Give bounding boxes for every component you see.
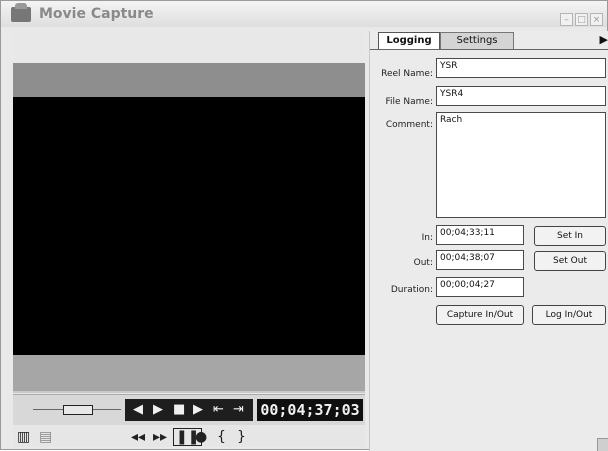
stop-icon[interactable]: ■: [173, 402, 185, 418]
out-timecode-field[interactable]: 00;04;38;07: [436, 250, 524, 270]
tab-settings[interactable]: Settings: [440, 32, 514, 50]
tab-strip: Logging Settings ▶: [370, 31, 608, 50]
window-title: Movie Capture: [39, 6, 154, 22]
video-letterbox-top: [13, 63, 365, 97]
duration-field[interactable]: 00;00;04;27: [436, 277, 524, 297]
duration-label: Duration:: [390, 285, 433, 295]
video-preview: [13, 31, 365, 393]
rewind-icon[interactable]: ◂◂: [131, 429, 145, 445]
step-forward-icon[interactable]: ▶: [153, 402, 163, 418]
panel-menu-icon[interactable]: ▶: [600, 33, 608, 46]
step-back-icon[interactable]: ◀: [133, 402, 143, 418]
fast-forward-icon[interactable]: ▸▸: [153, 429, 167, 445]
in-label: In:: [421, 233, 433, 243]
close-icon[interactable]: ×: [590, 13, 603, 26]
log-in-out-button[interactable]: Log In/Out: [532, 305, 606, 325]
out-label: Out:: [413, 258, 433, 268]
reel-name-field[interactable]: YSR: [436, 58, 606, 78]
filmstrip-icon[interactable]: ▥: [17, 429, 30, 445]
record-icon[interactable]: ●: [195, 429, 207, 445]
minimize-icon[interactable]: –: [560, 13, 573, 26]
title-bar[interactable]: Movie Capture – □ ×: [1, 1, 607, 27]
reel-name-label: Reel Name:: [381, 69, 433, 79]
file-name-label: File Name:: [385, 97, 433, 107]
mark-out-icon[interactable]: ⇥: [233, 402, 244, 418]
jog-knob[interactable]: [63, 405, 93, 415]
in-timecode-field[interactable]: 00;04;33;11: [436, 225, 524, 245]
logging-panel: Logging Settings ▶ Reel Name: YSR File N…: [369, 31, 608, 451]
capture-in-out-button[interactable]: Capture In/Out: [436, 305, 524, 325]
mark-in-icon[interactable]: ⇤: [213, 402, 224, 418]
bracket-in-icon[interactable]: {: [217, 429, 226, 445]
video-top-margin: [13, 31, 365, 63]
comment-label: Comment:: [385, 120, 433, 130]
play-icon[interactable]: ▶: [193, 402, 203, 418]
file-name-field[interactable]: YSR4: [436, 86, 606, 106]
tab-logging[interactable]: Logging: [378, 32, 440, 49]
movie-capture-window: Movie Capture – □ × ◀ ▶ ■ ▶ ⇤ ⇥ 00;04;37;0…: [0, 0, 608, 451]
set-out-button[interactable]: Set Out: [534, 251, 606, 271]
video-screen: [13, 97, 365, 355]
jog-shuttle[interactable]: [33, 405, 121, 415]
set-in-button[interactable]: Set In: [534, 226, 606, 246]
window-controls: – □ ×: [558, 7, 603, 26]
comment-field[interactable]: Rach: [436, 112, 606, 218]
bracket-out-icon[interactable]: }: [237, 429, 246, 445]
camera-icon: [11, 3, 31, 22]
lower-control-row: ▥ ▤ ◂◂ ▸▸ ❚❚ ● { }: [13, 425, 365, 447]
transport-row: ◀ ▶ ■ ▶ ⇤ ⇥ 00;04;37;03: [13, 394, 365, 425]
audio-clip-icon[interactable]: ▤: [39, 429, 52, 445]
maximize-icon[interactable]: □: [575, 13, 588, 26]
resize-grip[interactable]: [597, 438, 608, 451]
video-letterbox-bottom: [13, 355, 365, 391]
logging-body: Reel Name: YSR File Name: YSR4 Comment: …: [370, 49, 608, 450]
transport-controls: ◀ ▶ ■ ▶ ⇤ ⇥: [125, 399, 253, 421]
timecode-display: 00;04;37;03: [257, 399, 363, 421]
